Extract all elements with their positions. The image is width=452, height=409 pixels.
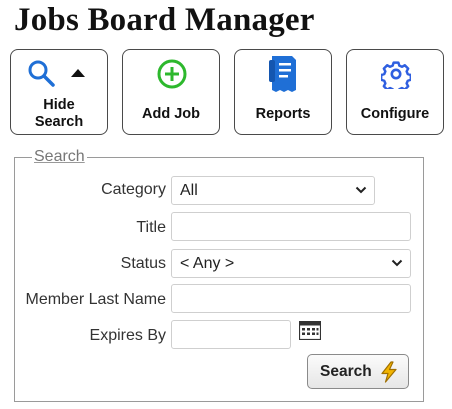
member-last-name-label: Member Last Name bbox=[25, 291, 167, 308]
add-circle-icon bbox=[157, 59, 187, 89]
search-legend: Search bbox=[34, 148, 85, 165]
search-label: Search bbox=[34, 114, 84, 130]
category-select[interactable]: All bbox=[171, 176, 375, 205]
member-last-name-input[interactable] bbox=[171, 284, 411, 313]
status-label: Status bbox=[120, 255, 166, 272]
add-job-label: Add Job bbox=[142, 106, 200, 122]
category-value: All bbox=[180, 182, 198, 199]
reports-button[interactable]: Reports bbox=[234, 49, 332, 135]
configure-button[interactable]: Configure bbox=[346, 49, 444, 135]
hide-search-button[interactable]: Hide Search bbox=[10, 49, 108, 135]
search-icon bbox=[28, 60, 55, 87]
reports-label: Reports bbox=[255, 106, 311, 122]
document-icon bbox=[269, 56, 296, 92]
toolbar: Hide Search Add Job Reports Configure bbox=[10, 49, 446, 137]
chevron-down-icon bbox=[355, 186, 367, 194]
hide-label: Hide bbox=[43, 97, 75, 113]
expires-by-input[interactable] bbox=[171, 320, 291, 349]
expires-by-label: Expires By bbox=[89, 327, 166, 344]
page-title: Jobs Board Manager bbox=[14, 2, 315, 38]
search-submit-button[interactable]: Search bbox=[307, 354, 409, 389]
calendar-icon[interactable] bbox=[299, 321, 321, 340]
gear-icon bbox=[381, 61, 411, 89]
category-label: Category bbox=[101, 181, 166, 198]
add-job-button[interactable]: Add Job bbox=[122, 49, 220, 135]
lightning-icon bbox=[381, 361, 397, 383]
caret-up-icon bbox=[71, 69, 85, 77]
title-label: Title bbox=[136, 219, 166, 236]
title-input[interactable] bbox=[171, 212, 411, 241]
chevron-down-icon bbox=[391, 259, 403, 267]
search-submit-label: Search bbox=[320, 363, 372, 380]
configure-label: Configure bbox=[360, 106, 430, 122]
status-value: < Any > bbox=[180, 255, 235, 272]
status-select[interactable]: < Any > bbox=[171, 249, 411, 278]
